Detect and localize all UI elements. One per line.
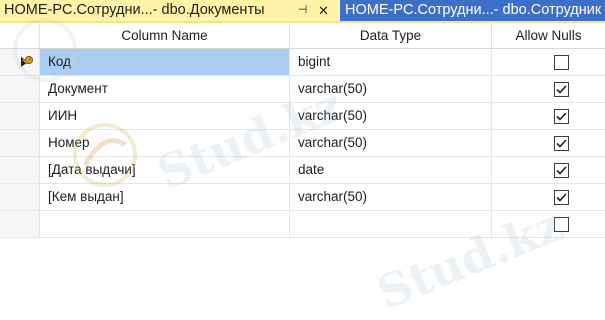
row-selector[interactable]: [0, 211, 40, 237]
row-selector[interactable]: [0, 157, 40, 183]
allow-nulls-checkbox[interactable]: [554, 163, 569, 178]
data-type-header: Data Type: [290, 23, 492, 48]
table-row[interactable]: ИИН varchar(50): [0, 103, 605, 130]
allow-nulls-checkbox[interactable]: [554, 109, 569, 124]
column-name-cell[interactable]: [40, 211, 290, 237]
pin-icon[interactable]: ⊣: [295, 3, 310, 18]
allow-nulls-cell: [492, 211, 605, 237]
allow-nulls-cell: [492, 130, 605, 156]
column-name-header: Column Name: [40, 23, 290, 48]
allow-nulls-checkbox[interactable]: [554, 190, 569, 205]
allow-nulls-cell: [492, 103, 605, 129]
table-row[interactable]: [0, 211, 605, 238]
data-type-cell[interactable]: varchar(50): [290, 130, 492, 156]
grid-header: Column Name Data Type Allow Nulls: [0, 23, 605, 49]
table-row[interactable]: [Кем выдан] varchar(50): [0, 184, 605, 211]
close-icon[interactable]: ✕: [316, 3, 331, 18]
checkmark-icon: [556, 112, 567, 121]
column-name-cell[interactable]: [Кем выдан]: [40, 184, 290, 210]
row-selector-header: [0, 23, 40, 48]
data-type-cell[interactable]: varchar(50): [290, 184, 492, 210]
tab-label: HOME-PC.Сотрудни...- dbo.Документы: [4, 2, 265, 18]
row-selector[interactable]: [0, 184, 40, 210]
allow-nulls-cell: [492, 157, 605, 183]
allow-nulls-checkbox[interactable]: [554, 82, 569, 97]
allow-nulls-cell: [492, 184, 605, 210]
data-type-cell[interactable]: varchar(50): [290, 76, 492, 102]
checkmark-icon: [556, 85, 567, 94]
row-selector[interactable]: [0, 76, 40, 102]
checkmark-icon: [556, 139, 567, 148]
table-row[interactable]: Номер varchar(50): [0, 130, 605, 157]
allow-nulls-cell: [492, 76, 605, 102]
column-name-cell[interactable]: Номер: [40, 130, 290, 156]
allow-nulls-header: Allow Nulls: [515, 28, 582, 43]
table-row[interactable]: Код bigint: [0, 49, 605, 76]
data-type-cell[interactable]: [290, 211, 492, 237]
allow-nulls-checkbox[interactable]: [554, 55, 569, 70]
row-selector[interactable]: [0, 103, 40, 129]
primary-key-icon: [21, 56, 33, 65]
document-tab-strip: HOME-PC.Сотрудни...- dbo.Документы ⊣ ✕ H…: [0, 0, 605, 21]
checkmark-icon: [556, 193, 567, 202]
column-name-cell[interactable]: Документ: [40, 76, 290, 102]
data-type-cell[interactable]: date: [290, 157, 492, 183]
table-row[interactable]: Документ varchar(50): [0, 76, 605, 103]
allow-nulls-checkbox[interactable]: [554, 217, 569, 232]
table-designer-grid: Column Name Data Type Allow Nulls Код big…: [0, 23, 605, 260]
data-type-cell[interactable]: varchar(50): [290, 103, 492, 129]
allow-nulls-checkbox[interactable]: [554, 136, 569, 151]
column-name-cell[interactable]: ИИН: [40, 103, 290, 129]
column-name-cell[interactable]: [Дата выдачи]: [40, 157, 290, 183]
column-name-cell[interactable]: Код: [40, 49, 290, 75]
table-row[interactable]: [Дата выдачи] date: [0, 157, 605, 184]
tab-label: HOME-PC.Сотрудни...- dbo.Сотрудник: [345, 2, 602, 18]
data-type-cell[interactable]: bigint: [290, 49, 492, 75]
row-selector[interactable]: [0, 130, 40, 156]
allow-nulls-cell: [492, 49, 605, 75]
tab-sotrudnik[interactable]: HOME-PC.Сотрудни...- dbo.Сотрудник: [340, 0, 605, 21]
row-selector[interactable]: [0, 49, 40, 75]
tab-dokumenty[interactable]: HOME-PC.Сотрудни...- dbo.Документы: [0, 0, 340, 21]
checkmark-icon: [556, 166, 567, 175]
